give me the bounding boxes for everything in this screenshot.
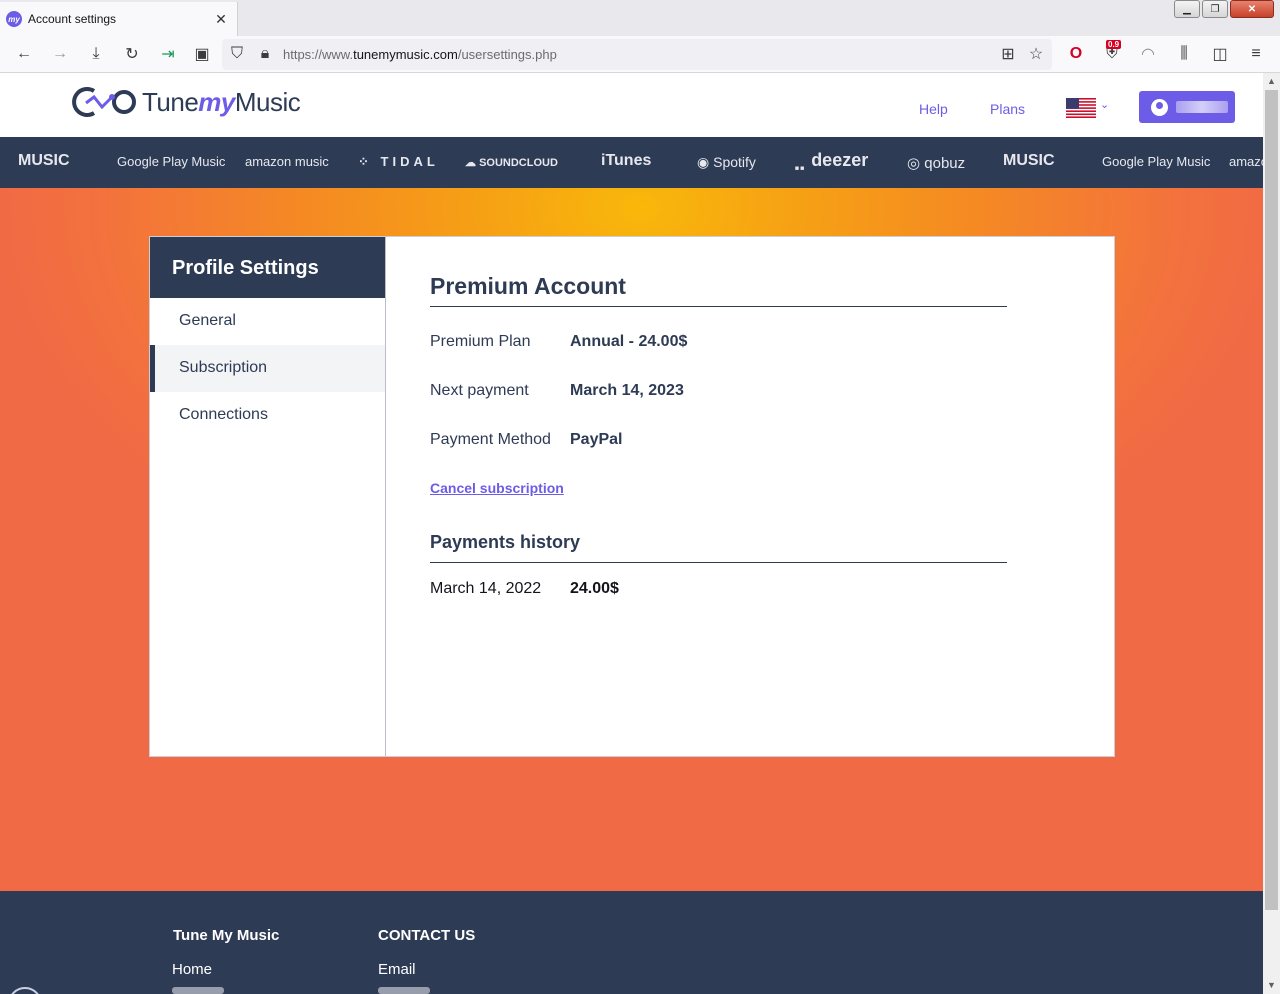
window-close-icon[interactable]: ✕ <box>1230 0 1274 18</box>
site-header: TunemyMusic Help Plans ⌄ <box>0 73 1263 137</box>
payment-method-label: Payment Method <box>430 431 551 448</box>
premium-plan-value: Annual - 24.00$ <box>570 333 688 350</box>
service-soundcloud-logo: ☁ SOUNDCLOUD <box>465 157 558 169</box>
history-row-amount: 24.00$ <box>570 580 619 597</box>
url-bar[interactable]: ⛉ 🔒︎ https://www.tunemymusic.com/userset… <box>222 39 1052 70</box>
scroll-down-arrow-icon[interactable]: ▼ <box>1263 977 1280 994</box>
payment-method-value: PayPal <box>570 431 623 448</box>
premium-account-title: Premium Account <box>430 273 1007 307</box>
bookmark-star-icon[interactable]: ☆ <box>1026 44 1046 64</box>
service-amazon-music-logo-2: amazo <box>1229 154 1263 169</box>
download-icon[interactable]: ⤓ <box>86 44 106 64</box>
shield-count-badge: 0.9 <box>1106 40 1122 49</box>
us-flag-icon[interactable] <box>1066 98 1096 118</box>
extension-export-icon[interactable]: ⇥ <box>158 44 178 64</box>
opera-icon[interactable]: O <box>1066 44 1086 64</box>
service-amazon-music-logo: amazon music <box>245 154 329 169</box>
reload-icon[interactable]: ↻ <box>122 44 142 64</box>
library-icon[interactable]: ⫼ <box>1174 44 1194 64</box>
footer-brand-title: Tune My Music <box>173 927 280 944</box>
footer-email-link[interactable]: Email <box>378 961 416 978</box>
logo-wordmark[interactable]: TunemyMusic <box>142 87 301 118</box>
favicon-icon: my <box>6 11 22 27</box>
window-controls: ▁ ❐ ✕ <box>1174 0 1274 18</box>
payments-history-title: Payments history <box>430 532 1007 563</box>
sidebar-item-general[interactable]: General <box>150 298 385 345</box>
service-deezer-logo: ⣀ deezer <box>793 150 869 170</box>
translate-icon[interactable]: ⊞ <box>998 44 1018 64</box>
footer-chat-icon[interactable] <box>8 987 42 994</box>
footer-home-link[interactable]: Home <box>172 961 212 978</box>
forward-arrow-icon[interactable]: → <box>50 44 70 64</box>
browser-tab[interactable]: my Account settings ✕ <box>0 2 238 36</box>
service-google-play-logo: Google Play Music <box>117 154 226 169</box>
screenshot-icon[interactable]: ▣ <box>192 44 212 64</box>
username-redacted <box>1176 101 1228 113</box>
browser-toolbar: ← → ⤓ ↻ ⇥ ▣ ⛉ 🔒︎ https://www.tunemymusic… <box>0 36 1280 73</box>
language-chevron-down-icon[interactable]: ⌄ <box>1100 98 1109 111</box>
history-row-date: March 14, 2022 <box>430 580 542 597</box>
premium-plan-label: Premium Plan <box>430 333 531 350</box>
settings-card: Profile Settings General Subscription Co… <box>149 236 1115 757</box>
service-spotify-logo: ◉ Spotify <box>697 154 756 170</box>
tab-close-icon[interactable]: ✕ <box>209 11 233 28</box>
tracking-shield-icon[interactable]: ⛉ <box>227 44 247 64</box>
extension-gray-icon[interactable]: ◠ <box>1138 44 1158 64</box>
settings-sidebar: Profile Settings General Subscription Co… <box>150 237 386 756</box>
restore-icon[interactable]: ❐ <box>1202 0 1228 18</box>
footer-cutoff-link-2[interactable] <box>378 987 430 994</box>
help-link[interactable]: Help <box>919 101 948 117</box>
plans-link[interactable]: Plans <box>990 101 1025 117</box>
service-qobuz-logo: ◎ qobuz <box>907 155 966 172</box>
footer-cutoff-link[interactable] <box>172 987 224 994</box>
page-scrollbar[interactable]: ▲ ▼ <box>1263 73 1280 994</box>
sidebar-title: Profile Settings <box>150 237 385 298</box>
sidebar-toggle-icon[interactable]: ◫ <box>1210 44 1230 64</box>
service-google-play-logo-2: Google Play Music <box>1102 154 1211 169</box>
user-account-button[interactable] <box>1139 91 1235 123</box>
next-payment-label: Next payment <box>430 382 529 399</box>
service-itunes-logo: iTunes <box>601 152 652 169</box>
service-apple-music-logo: MUSIC <box>18 152 70 169</box>
service-tidal-logo: ⁘ TIDAL <box>358 154 439 169</box>
url-text[interactable]: https://www.tunemymusic.com/usersettings… <box>283 47 557 62</box>
sidebar-item-subscription[interactable]: Subscription <box>150 345 385 392</box>
lock-icon[interactable]: 🔒︎ <box>255 44 275 64</box>
tab-title: Account settings <box>28 12 117 26</box>
back-arrow-icon[interactable]: ← <box>14 44 34 64</box>
minimize-icon[interactable]: ▁ <box>1174 0 1200 18</box>
site-footer: Tune My Music Home CONTACT US Email <box>0 891 1263 994</box>
logo-icon[interactable] <box>72 85 136 119</box>
services-strip: MUSIC Google Play Music amazon music ⁘ T… <box>0 137 1263 188</box>
sidebar-item-connections[interactable]: Connections <box>150 392 385 439</box>
service-apple-music-logo-2: MUSIC <box>1003 152 1055 169</box>
scrollbar-thumb[interactable] <box>1265 90 1278 910</box>
next-payment-value: March 14, 2023 <box>570 382 684 399</box>
user-avatar-icon <box>1151 98 1168 116</box>
browser-tab-bar: my Account settings ✕ ▁ ❐ ✕ <box>0 0 1280 36</box>
cancel-subscription-link[interactable]: Cancel subscription <box>430 480 564 496</box>
footer-contact-title: CONTACT US <box>378 927 476 944</box>
scroll-up-arrow-icon[interactable]: ▲ <box>1263 73 1280 90</box>
menu-icon[interactable]: ≡ <box>1246 44 1266 64</box>
